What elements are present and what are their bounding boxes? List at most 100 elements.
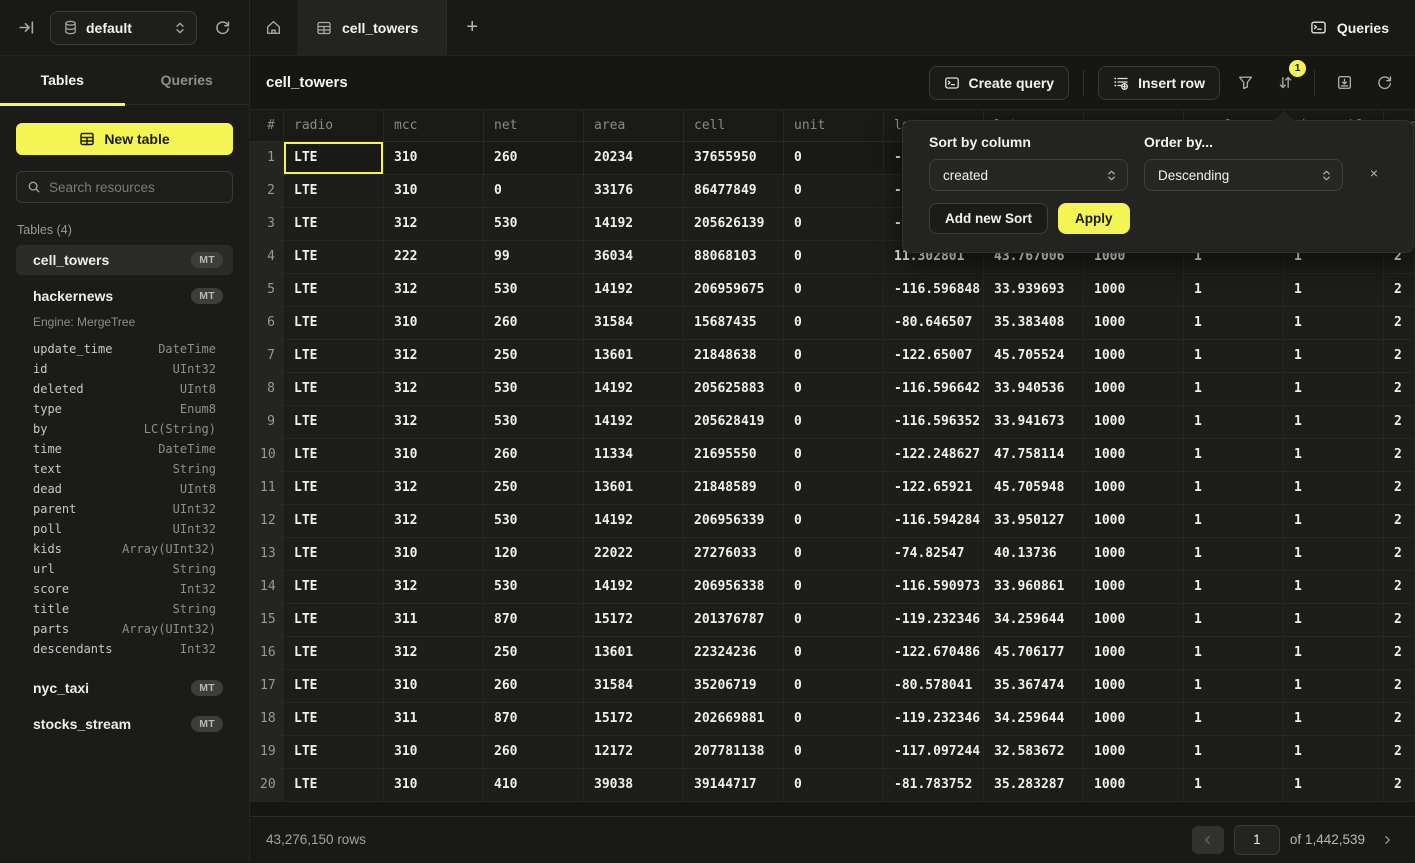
insert-row-button[interactable]: Insert row — [1098, 66, 1220, 100]
table-cell[interactable]: LTE — [284, 307, 384, 339]
table-cell[interactable]: 2 — [1384, 439, 1415, 471]
new-table-button[interactable]: New table — [16, 123, 233, 155]
table-cell[interactable]: 1 — [1284, 274, 1384, 306]
table-cell[interactable]: 1 — [1284, 703, 1384, 735]
table-cell[interactable]: 2 — [1384, 604, 1415, 636]
table-cell[interactable]: 1 — [1284, 439, 1384, 471]
table-cell[interactable]: 2 — [1384, 340, 1415, 372]
table-cell[interactable]: 1 — [1184, 406, 1284, 438]
table-cell[interactable]: LTE — [284, 175, 384, 207]
table-cell[interactable]: 0 — [484, 175, 584, 207]
table-cell[interactable]: -116.596642 — [884, 373, 984, 405]
table-cell[interactable]: 250 — [484, 472, 584, 504]
table-cell[interactable]: 36034 — [584, 241, 684, 273]
table-cell[interactable]: 0 — [784, 670, 884, 702]
table-cell[interactable]: 312 — [384, 472, 484, 504]
search-input[interactable] — [49, 180, 222, 195]
column-header[interactable]: radio — [284, 110, 384, 141]
table-cell[interactable]: 20234 — [584, 142, 684, 174]
filter-button[interactable] — [1230, 68, 1260, 98]
sidebar-tab-tables[interactable]: Tables — [0, 56, 125, 104]
table-cell[interactable]: LTE — [284, 373, 384, 405]
table-cell[interactable]: 206959675 — [684, 274, 784, 306]
table-cell[interactable]: 0 — [784, 604, 884, 636]
table-cell[interactable]: 260 — [484, 670, 584, 702]
table-cell[interactable]: 312 — [384, 373, 484, 405]
table-cell[interactable]: 260 — [484, 439, 584, 471]
table-cell[interactable]: 15172 — [584, 604, 684, 636]
table-cell[interactable]: 35.383408 — [984, 307, 1084, 339]
table-cell[interactable]: 1 — [1284, 736, 1384, 768]
table-cell[interactable]: -116.596352 — [884, 406, 984, 438]
sidebar-item-cell-towers[interactable]: cell_towers MT — [16, 245, 233, 275]
table-cell[interactable]: 530 — [484, 208, 584, 240]
table-cell[interactable]: 1000 — [1084, 373, 1184, 405]
table-cell[interactable]: 2 — [1384, 703, 1415, 735]
table-cell[interactable]: 1 — [1284, 340, 1384, 372]
table-cell[interactable]: 37655950 — [684, 142, 784, 174]
table-cell[interactable]: 13601 — [584, 472, 684, 504]
table-cell[interactable]: 2 — [1384, 538, 1415, 570]
table-cell[interactable]: 14192 — [584, 274, 684, 306]
table-cell[interactable]: 310 — [384, 538, 484, 570]
table-cell[interactable]: 0 — [784, 406, 884, 438]
table-cell[interactable]: 27276033 — [684, 538, 784, 570]
table-cell[interactable]: 1 — [1284, 604, 1384, 636]
sidebar-item-hackernews[interactable]: hackernews MT — [16, 281, 233, 311]
table-cell[interactable]: 0 — [784, 241, 884, 273]
table-cell[interactable]: 310 — [384, 439, 484, 471]
table-cell[interactable]: 312 — [384, 340, 484, 372]
table-cell[interactable]: 206956338 — [684, 571, 784, 603]
table-cell[interactable]: 2 — [1384, 505, 1415, 537]
table-cell[interactable]: 45.705524 — [984, 340, 1084, 372]
table-cell[interactable]: 311 — [384, 703, 484, 735]
table-cell[interactable]: LTE — [284, 538, 384, 570]
table-cell[interactable]: 310 — [384, 736, 484, 768]
column-header[interactable]: # — [250, 110, 284, 141]
table-cell[interactable]: 33.950127 — [984, 505, 1084, 537]
table-cell[interactable]: 1 — [1184, 505, 1284, 537]
table-cell[interactable]: 1000 — [1084, 439, 1184, 471]
remove-sort-button[interactable]: × — [1359, 157, 1389, 189]
table-cell[interactable]: 14192 — [584, 373, 684, 405]
table-cell[interactable]: 207781138 — [684, 736, 784, 768]
table-cell[interactable]: LTE — [284, 274, 384, 306]
table-cell[interactable]: 310 — [384, 175, 484, 207]
collapse-sidebar-button[interactable] — [14, 16, 38, 40]
order-select[interactable]: Descending — [1144, 159, 1343, 191]
table-cell[interactable]: 2 — [1384, 670, 1415, 702]
table-cell[interactable]: -119.232346 — [884, 604, 984, 636]
table-cell[interactable]: 530 — [484, 406, 584, 438]
table-cell[interactable]: LTE — [284, 736, 384, 768]
table-cell[interactable]: 1000 — [1084, 340, 1184, 372]
table-cell[interactable]: 33.939693 — [984, 274, 1084, 306]
table-cell[interactable]: 11334 — [584, 439, 684, 471]
table-cell[interactable]: 205626139 — [684, 208, 784, 240]
table-cell[interactable]: 2 — [1384, 637, 1415, 669]
table-cell[interactable]: 1000 — [1084, 571, 1184, 603]
table-cell[interactable]: -122.65921 — [884, 472, 984, 504]
table-cell[interactable]: 312 — [384, 571, 484, 603]
table-cell[interactable]: 311 — [384, 604, 484, 636]
sort-button[interactable]: 1 — [1270, 68, 1300, 98]
table-cell[interactable]: 870 — [484, 703, 584, 735]
table-cell[interactable]: LTE — [284, 604, 384, 636]
apply-sort-button[interactable]: Apply — [1058, 203, 1130, 234]
table-cell[interactable]: 2 — [1384, 769, 1415, 801]
table-cell[interactable]: 14192 — [584, 406, 684, 438]
table-cell[interactable]: 1000 — [1084, 472, 1184, 504]
table-cell[interactable]: 2 — [1384, 274, 1415, 306]
table-cell[interactable]: 33.941673 — [984, 406, 1084, 438]
table-cell[interactable]: 312 — [384, 406, 484, 438]
table-cell[interactable]: 1000 — [1084, 736, 1184, 768]
table-cell[interactable]: 222 — [384, 241, 484, 273]
table-cell[interactable]: 870 — [484, 604, 584, 636]
table-cell[interactable]: -116.596848 — [884, 274, 984, 306]
table-cell[interactable]: 1000 — [1084, 769, 1184, 801]
table-cell[interactable]: 410 — [484, 769, 584, 801]
table-cell[interactable]: 1 — [1284, 307, 1384, 339]
table-cell[interactable]: 2 — [1384, 307, 1415, 339]
page-number-input[interactable] — [1234, 825, 1280, 855]
table-cell[interactable]: LTE — [284, 241, 384, 273]
table-cell[interactable]: 310 — [384, 769, 484, 801]
